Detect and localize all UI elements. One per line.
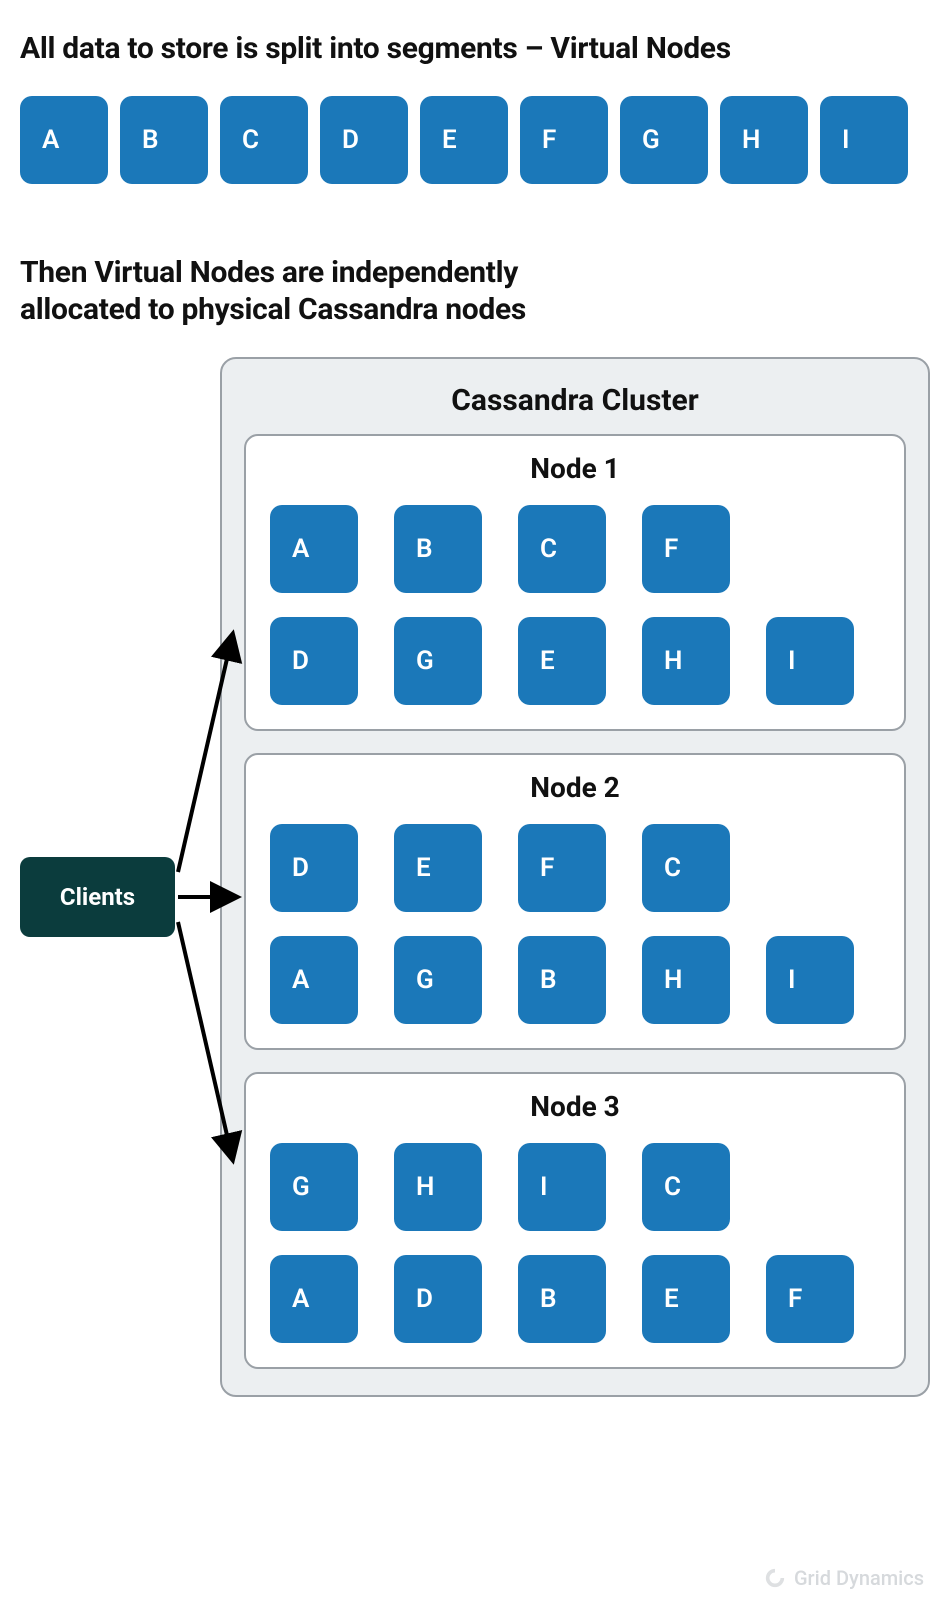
vnode-tile: C [518, 505, 606, 593]
virtual-node-tile: B [120, 96, 208, 184]
vnode-tile: G [394, 936, 482, 1024]
vnode-tile: F [766, 1255, 854, 1343]
virtual-node-tile: F [520, 96, 608, 184]
node-grid: ABCF DGEHI [270, 505, 880, 705]
vnode-tile: F [518, 824, 606, 912]
virtual-nodes-row: ABCDEFGHI [20, 96, 930, 184]
vnode-tile: B [394, 505, 482, 593]
watermark-text: Grid Dynamics [794, 1566, 924, 1590]
vnode-tile: F [642, 505, 730, 593]
vnode-tile: G [270, 1143, 358, 1231]
vnode-tile: H [642, 617, 730, 705]
heading-allocation-line2: allocated to physical Cassandra nodes [20, 292, 526, 327]
cassandra-cluster: Cassandra Cluster Node 1ABCFDGEHINode 2D… [220, 357, 930, 1397]
watermark: Grid Dynamics [764, 1566, 924, 1590]
vnode-tile: E [518, 617, 606, 705]
vnode-tile: C [642, 824, 730, 912]
virtual-node-tile: H [720, 96, 808, 184]
clients-box: Clients [20, 857, 175, 937]
node-grid: DEFC AGBHI [270, 824, 880, 1024]
vnode-tile: E [394, 824, 482, 912]
node-title: Node 2 [270, 771, 880, 804]
physical-node: Node 1 ABCF DGEHI [244, 434, 906, 731]
vnode-tile: I [518, 1143, 606, 1231]
vnode-tile: B [518, 1255, 606, 1343]
virtual-node-tile: I [820, 96, 908, 184]
virtual-node-tile: D [320, 96, 408, 184]
vnode-tile: G [394, 617, 482, 705]
cluster-title: Cassandra Cluster [244, 383, 906, 418]
vnode-tile: I [766, 617, 854, 705]
vnode-tile: H [394, 1143, 482, 1231]
virtual-node-tile: G [620, 96, 708, 184]
heading-allocation: Then Virtual Nodes are independently all… [20, 254, 930, 329]
virtual-node-tile: E [420, 96, 508, 184]
node-grid: GHIC ADBEF [270, 1143, 880, 1343]
vnode-tile: D [394, 1255, 482, 1343]
heading-allocation-line1: Then Virtual Nodes are independently [20, 255, 518, 290]
virtual-node-tile: C [220, 96, 308, 184]
physical-node: Node 3 GHIC ADBEF [244, 1072, 906, 1369]
vnode-tile: E [642, 1255, 730, 1343]
vnode-tile: D [270, 824, 358, 912]
vnode-tile: A [270, 1255, 358, 1343]
node-title: Node 1 [270, 452, 880, 485]
vnode-tile: H [642, 936, 730, 1024]
vnode-tile: B [518, 936, 606, 1024]
physical-node: Node 2 DEFC AGBHI [244, 753, 906, 1050]
virtual-node-tile: A [20, 96, 108, 184]
vnode-tile: A [270, 936, 358, 1024]
heading-virtual-nodes: All data to store is split into segments… [20, 30, 930, 68]
vnode-tile: I [766, 936, 854, 1024]
vnode-tile: D [270, 617, 358, 705]
node-title: Node 3 [270, 1090, 880, 1123]
vnode-tile: C [642, 1143, 730, 1231]
vnode-tile: A [270, 505, 358, 593]
logo-icon [764, 1567, 786, 1589]
